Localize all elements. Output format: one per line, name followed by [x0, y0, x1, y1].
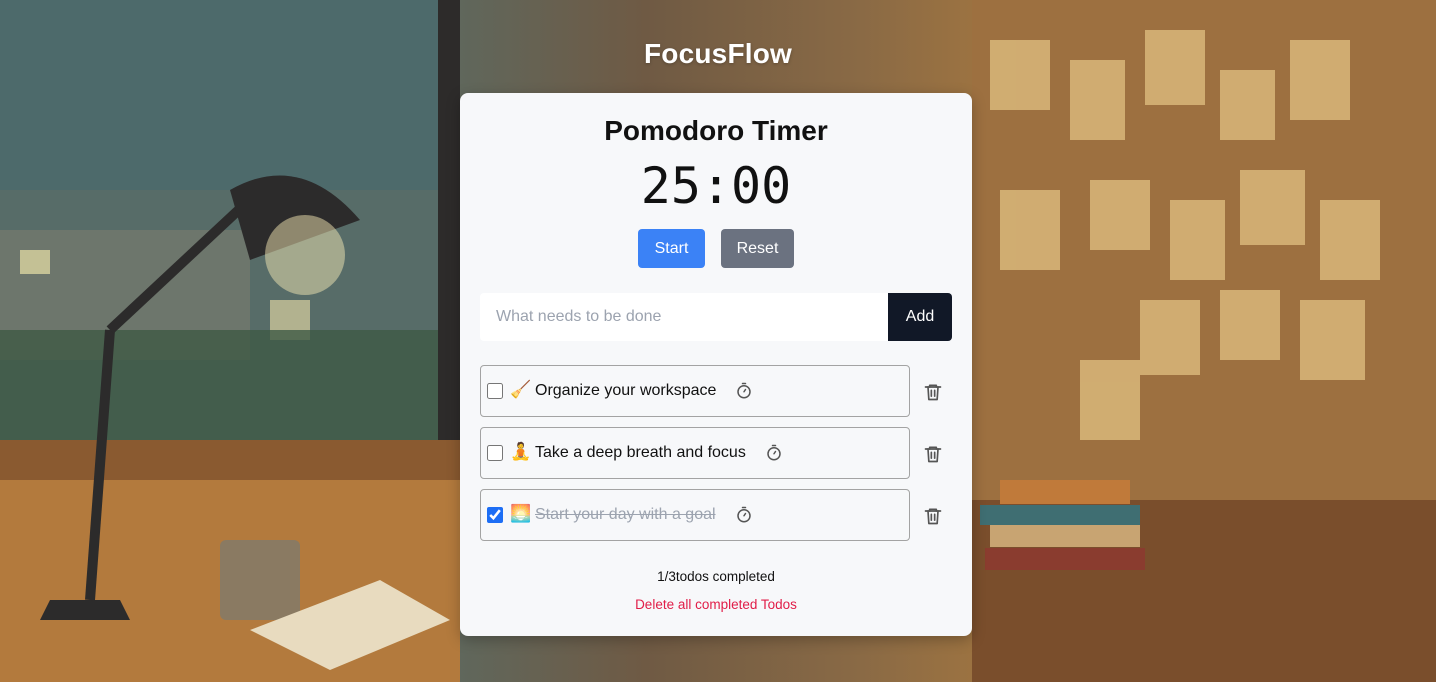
todo-item: 🧘 Take a deep breath and focus: [480, 427, 910, 479]
todo-input[interactable]: [480, 293, 888, 341]
app-title: FocusFlow: [643, 38, 793, 69]
trash-icon[interactable]: [923, 443, 943, 465]
todos-summary: 1/3todos completed: [657, 569, 775, 584]
todo-text: Take a deep breath and focus: [535, 444, 746, 461]
stopwatch-icon[interactable]: [765, 444, 783, 462]
add-button[interactable]: Add: [888, 293, 952, 341]
trash-icon[interactable]: [923, 505, 943, 527]
todo-emoji: 🌅: [510, 504, 532, 523]
todo-text: Start your day with a goal: [535, 506, 716, 523]
trash-icon[interactable]: [923, 381, 943, 403]
todo-item: 🌅 Start your day with a goal: [480, 489, 910, 541]
todo-checkbox[interactable]: [487, 507, 503, 523]
todo-checkbox[interactable]: [487, 445, 503, 461]
timer-display: 25:00: [640, 157, 792, 215]
timer-title: Pomodoro Timer: [604, 115, 828, 146]
delete-completed-link[interactable]: Delete all completed Todos: [460, 597, 972, 612]
focus-card: Pomodoro Timer 25:00 Start Reset Add 🧹 O…: [460, 93, 972, 636]
stopwatch-icon[interactable]: [735, 382, 753, 400]
reset-button[interactable]: Reset: [721, 229, 794, 268]
todo-item: 🧹 Organize your workspace: [480, 365, 910, 417]
stopwatch-icon[interactable]: [735, 506, 753, 524]
page-root: FocusFlow Pomodoro Timer 25:00 Start Res…: [0, 0, 1436, 682]
todo-text: Organize your workspace: [535, 382, 717, 399]
todo-checkbox[interactable]: [487, 383, 503, 399]
todo-emoji: 🧘: [510, 442, 532, 461]
todo-emoji: 🧹: [510, 380, 532, 399]
start-button[interactable]: Start: [638, 229, 705, 268]
